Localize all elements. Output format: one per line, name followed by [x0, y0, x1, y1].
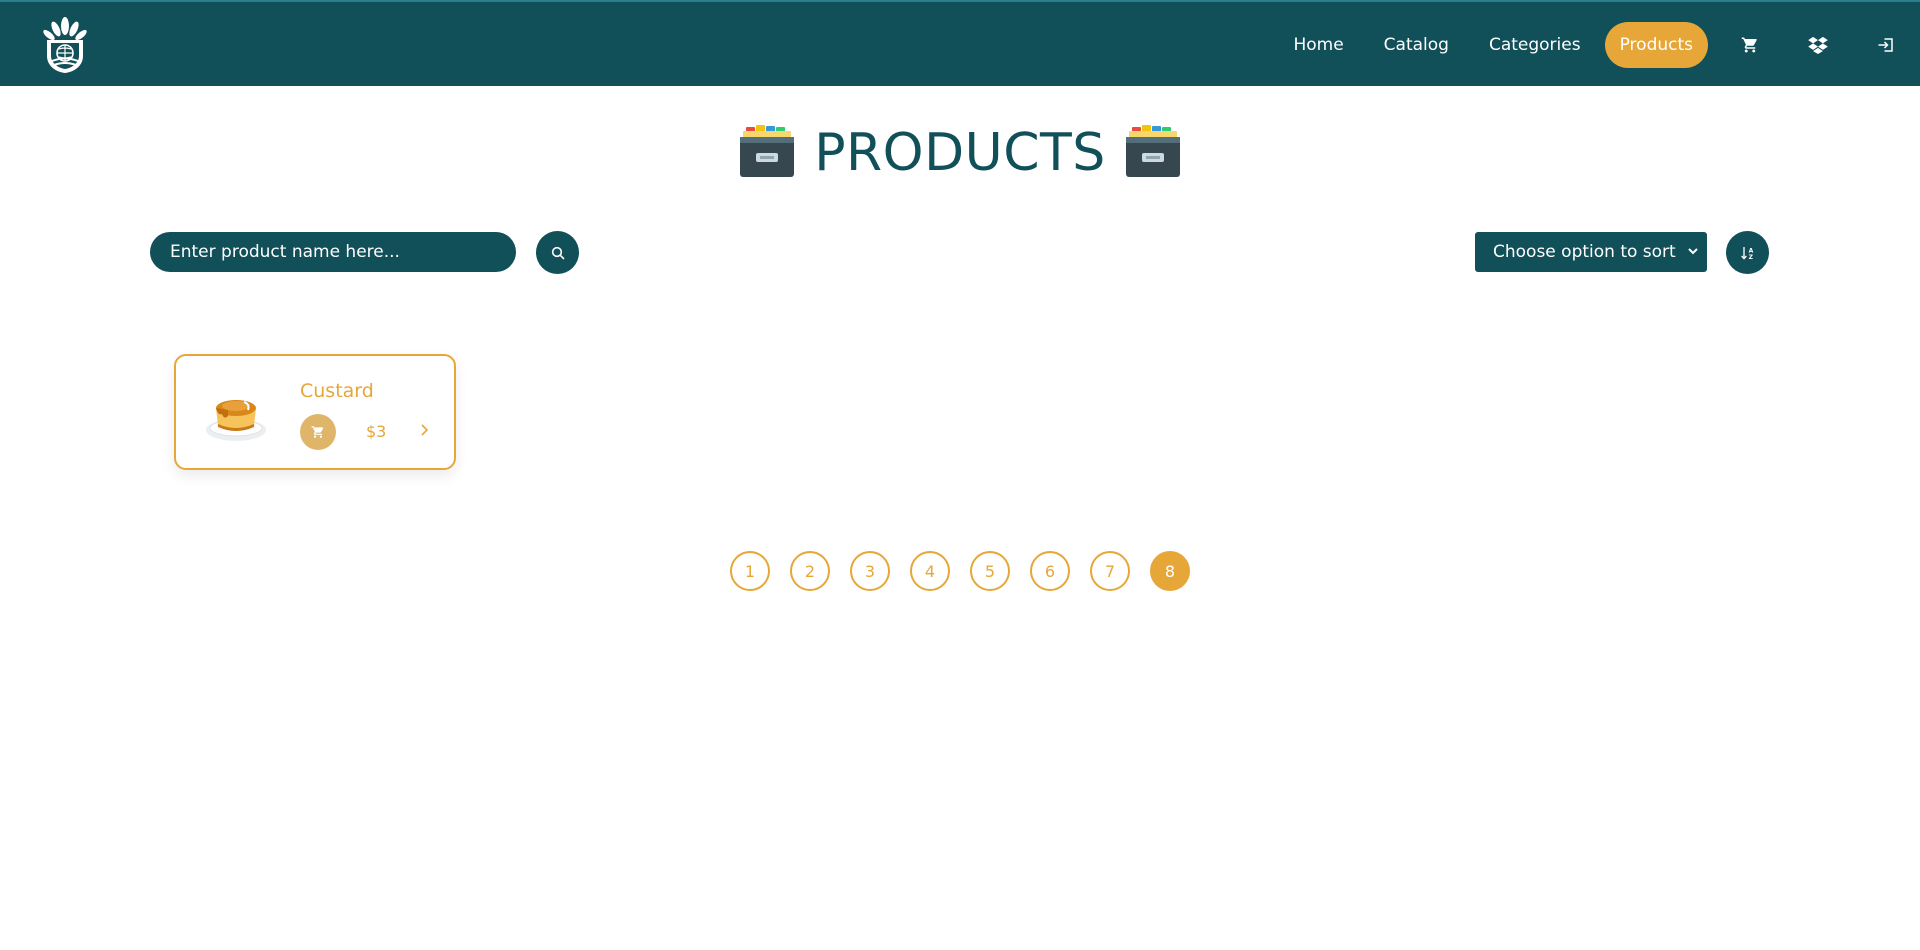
chevron-right-icon [421, 424, 429, 436]
page-button-3[interactable]: 3 [850, 551, 890, 591]
search-icon [551, 246, 565, 260]
logo-icon[interactable] [42, 16, 88, 74]
chevron-down-icon [1688, 248, 1698, 255]
svg-text:A: A [1748, 247, 1753, 254]
card-file-box-icon [1124, 123, 1182, 183]
search-button[interactable] [536, 231, 579, 274]
product-name[interactable]: Custard [300, 380, 374, 402]
card-file-box-icon [738, 123, 796, 183]
nav-catalog[interactable]: Catalog [1364, 22, 1469, 68]
add-to-cart-button[interactable] [300, 414, 336, 450]
page-title: PRODUCTS [814, 123, 1106, 183]
sort-order-button[interactable]: A Z [1726, 231, 1769, 274]
svg-text:Z: Z [1748, 254, 1753, 261]
page-button-2[interactable]: 2 [790, 551, 830, 591]
product-price: $3 [366, 422, 387, 441]
nav-home[interactable]: Home [1273, 22, 1363, 68]
page-button-7[interactable]: 7 [1090, 551, 1130, 591]
pagination: 1 2 3 4 5 6 7 8 [730, 551, 1190, 591]
nav-categories[interactable]: Categories [1469, 22, 1601, 68]
page-button-1[interactable]: 1 [730, 551, 770, 591]
page-button-6[interactable]: 6 [1030, 551, 1070, 591]
page-button-8[interactable]: 8 [1150, 551, 1190, 591]
sort-select-value: Choose option to sort [1493, 242, 1676, 262]
cart-icon [311, 426, 324, 438]
search-input[interactable] [150, 232, 516, 272]
nav-links: Home Catalog Categories Products [1273, 22, 1920, 68]
cart-icon[interactable] [1716, 22, 1784, 68]
navbar: Home Catalog Categories Products [0, 0, 1920, 86]
dropbox-icon[interactable] [1784, 22, 1852, 68]
title-row: PRODUCTS [0, 118, 1920, 188]
page-button-4[interactable]: 4 [910, 551, 950, 591]
product-card[interactable]: Custard $3 [174, 354, 456, 470]
sort-select[interactable]: Choose option to sort [1475, 232, 1707, 272]
logout-icon[interactable] [1852, 22, 1920, 68]
page-button-5[interactable]: 5 [970, 551, 1010, 591]
nav-products[interactable]: Products [1604, 22, 1708, 68]
product-detail-link[interactable] [416, 422, 432, 438]
custard-image [204, 386, 268, 444]
sort-alpha-icon: A Z [1740, 246, 1753, 261]
